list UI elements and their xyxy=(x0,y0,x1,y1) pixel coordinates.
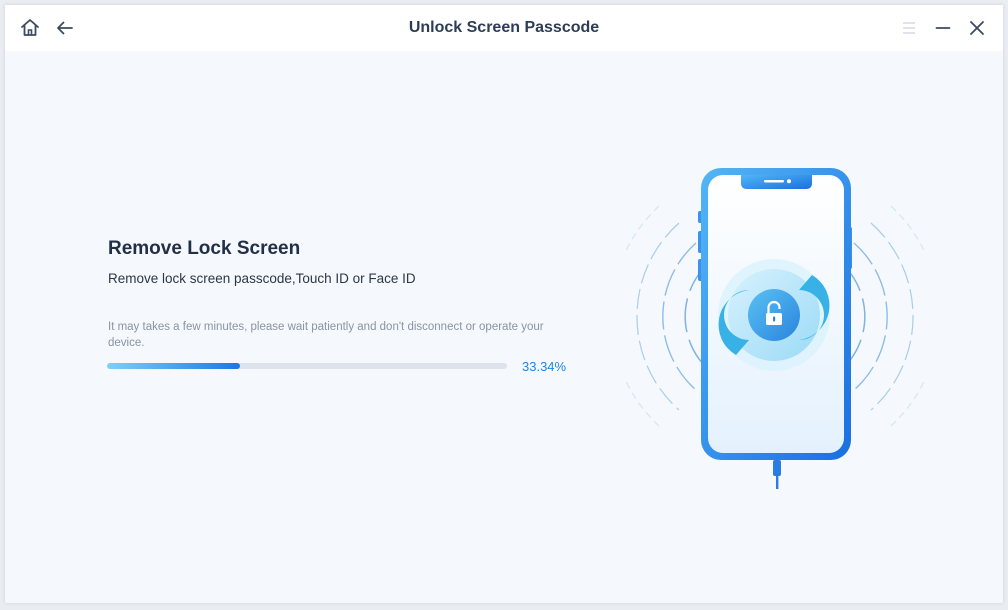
menu-icon[interactable] xyxy=(898,17,920,39)
wait-notice: It may takes a few minutes, please wait … xyxy=(108,321,544,349)
progress-bar-fill xyxy=(107,363,241,369)
phone-unlock-illustration xyxy=(610,155,940,500)
progress-percentage: 33.34% xyxy=(522,359,567,374)
app-window: Unlock Screen Passcode Remove Lock Scree… xyxy=(5,5,1003,603)
progress-bar xyxy=(107,363,507,369)
page-heading: Remove Lock Screen xyxy=(108,238,301,259)
minimize-icon[interactable] xyxy=(932,17,954,39)
title-bar: Unlock Screen Passcode xyxy=(5,5,1003,51)
page-subheading: Remove lock screen passcode,Touch ID or … xyxy=(108,271,416,286)
close-icon[interactable] xyxy=(966,17,988,39)
window-title: Unlock Screen Passcode xyxy=(408,19,600,36)
